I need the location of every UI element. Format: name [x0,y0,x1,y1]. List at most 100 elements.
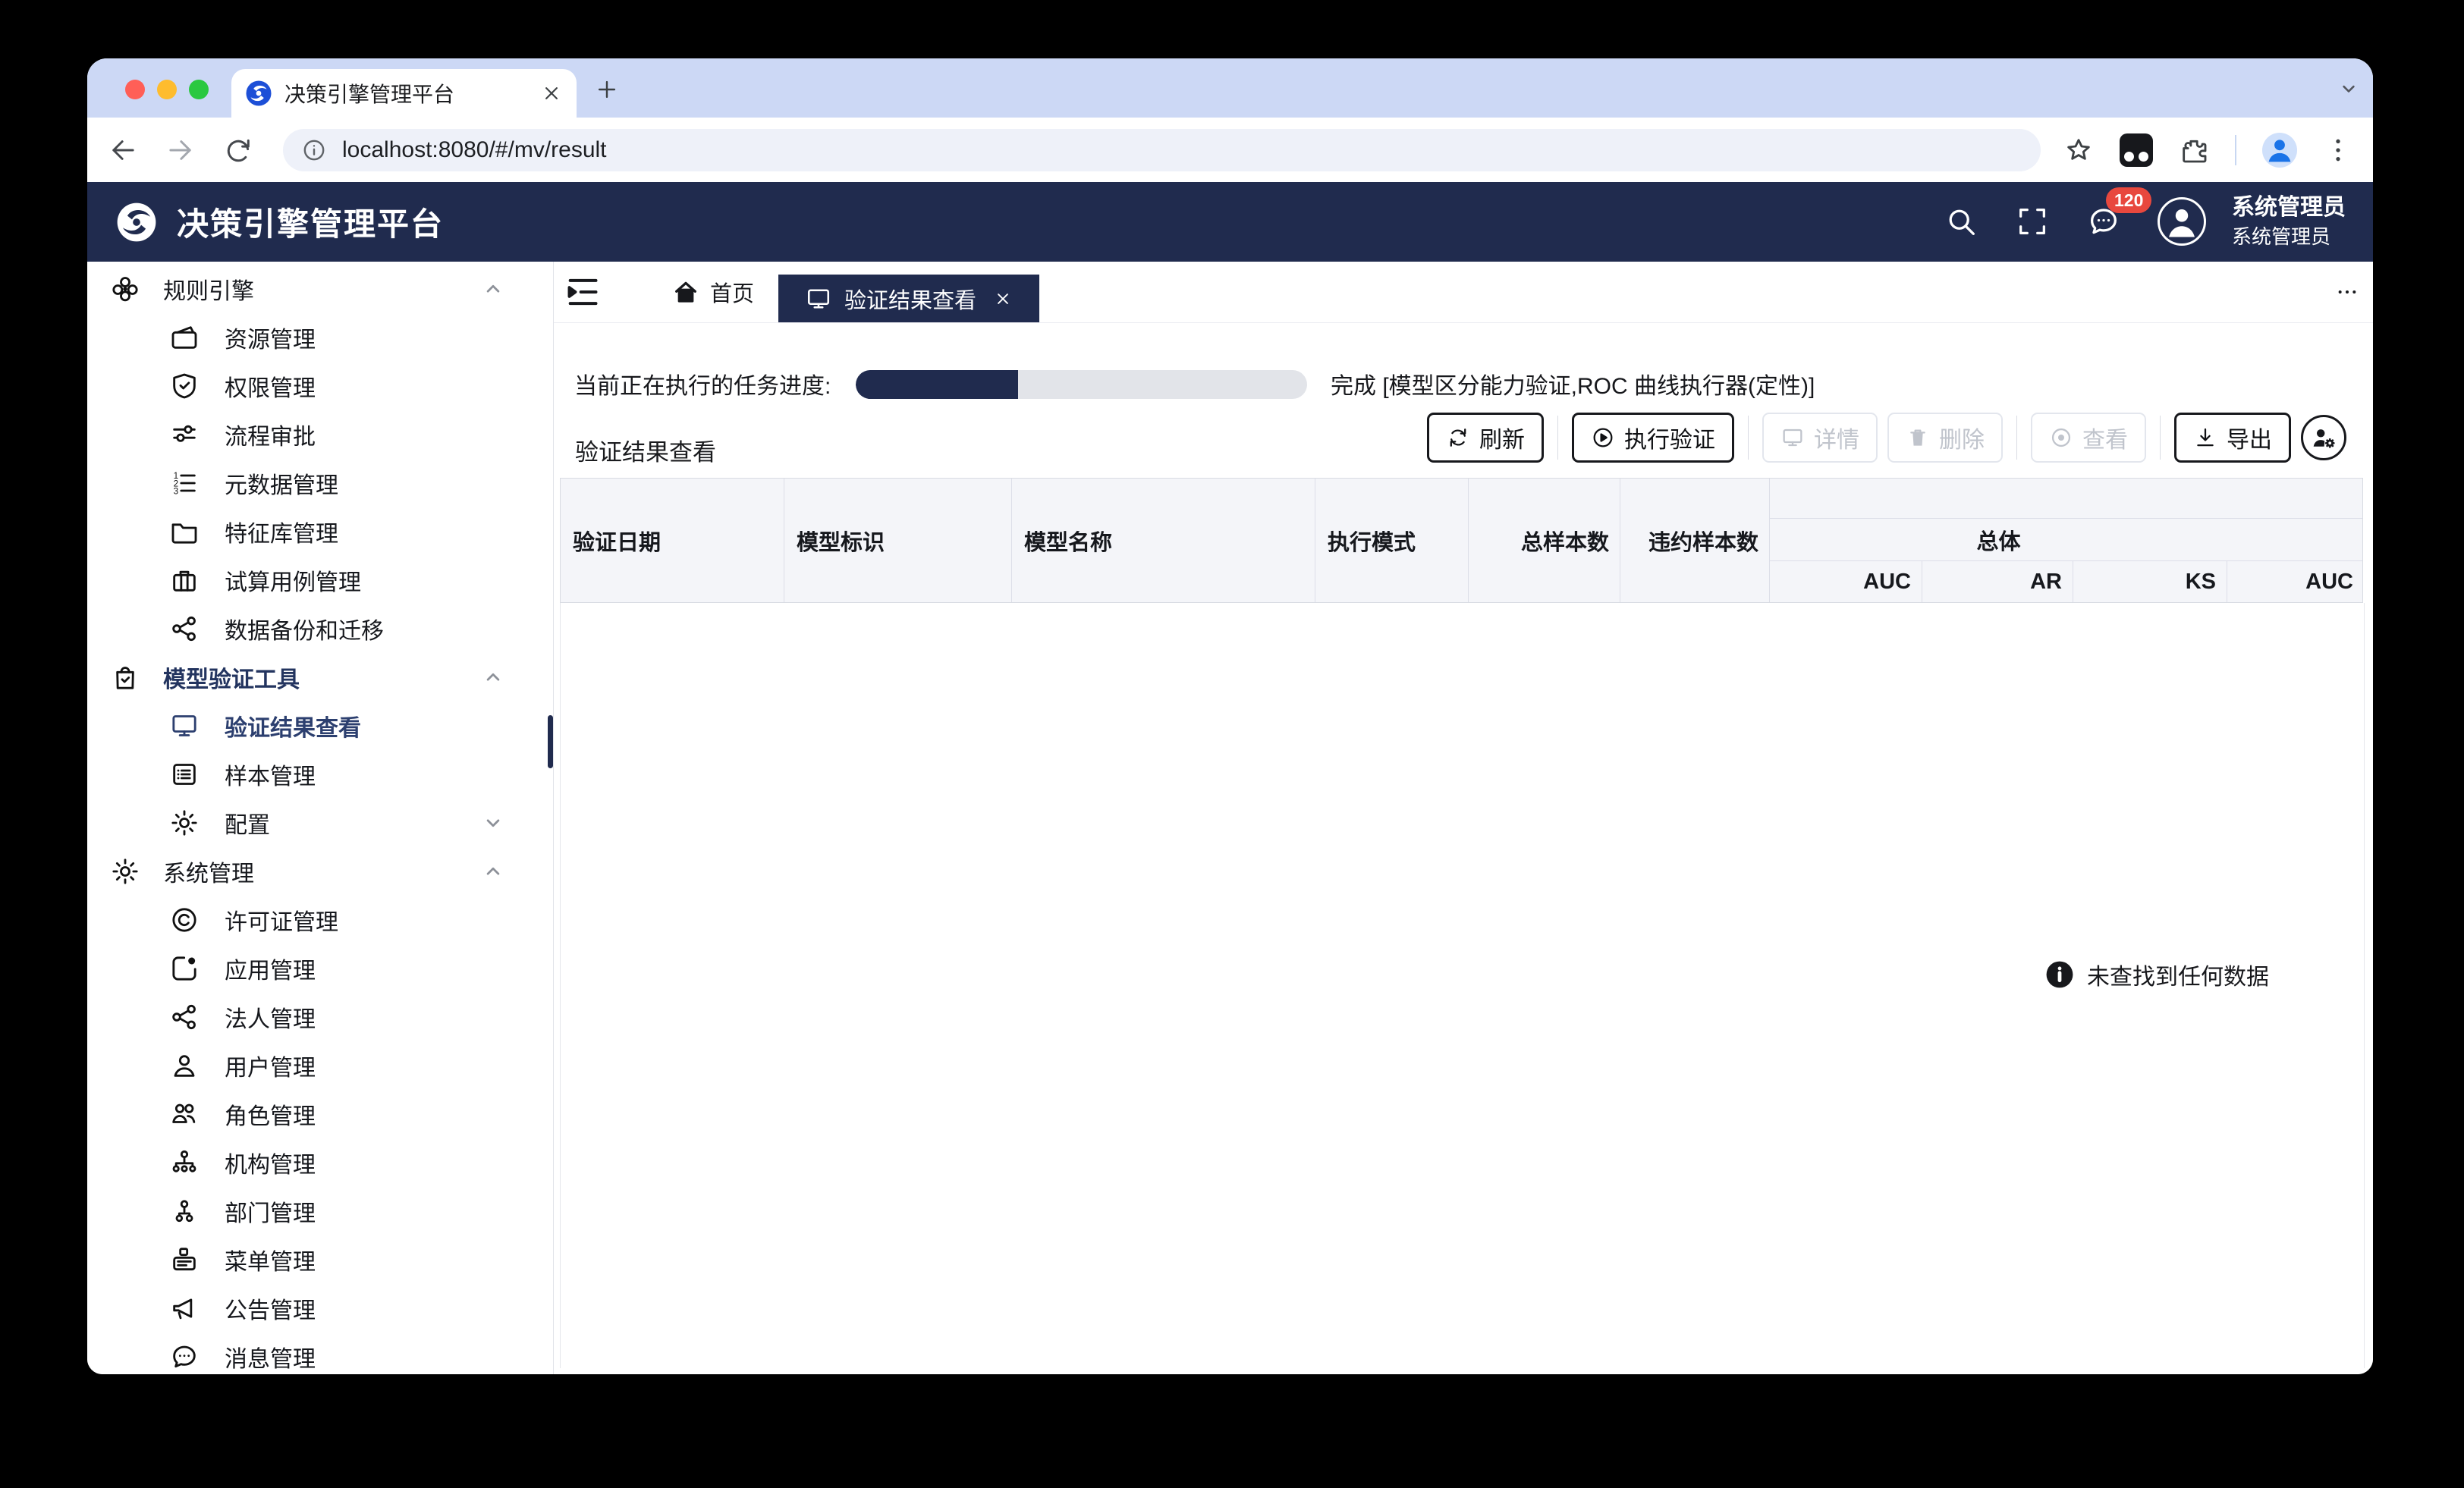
minimize-window-button[interactable] [157,80,177,99]
messages-icon[interactable]: 120 [2086,204,2121,239]
browser-window: 决策引擎管理平台 localhost:8080/#/mv/result [87,58,2373,1374]
task-progress-status: 完成 [模型区分能力验证,ROC 曲线执行器(定性)] [1331,367,1815,400]
task-progress-fill [856,370,1018,399]
reload-icon[interactable] [222,134,254,166]
delete-button[interactable]: 删除 [1887,413,2003,463]
sidebar-item-label: 模型验证工具 [163,661,300,694]
run-validation-button[interactable]: 执行验证 [1572,413,1734,463]
details-button[interactable]: 详情 [1762,413,1878,463]
extension-icon[interactable] [2120,133,2153,167]
tab-options-icon[interactable] [2332,280,2362,304]
sidebar-item-label: 验证结果查看 [225,709,361,742]
sidebar-item-label: 配置 [225,806,270,840]
url-text: localhost:8080/#/mv/result [342,137,607,163]
results-table-header: 验证日期模型标识模型名称执行模式总样本数违约样本数总体AUCARKSAUC [560,478,2363,603]
sidebar-item-label: 资源管理 [225,321,316,354]
chevron-up-icon[interactable] [482,860,504,883]
results-table-body: 未查找到任何数据 [560,603,2365,1368]
browser-profile-avatar[interactable] [2262,133,2297,168]
header-band-top [1770,479,2227,519]
user-avatar[interactable] [2158,197,2206,246]
export-button[interactable]: 导出 [2174,413,2291,463]
sidebar-item-菜单管理[interactable]: 菜单管理 [87,1235,553,1284]
sidebar-item-数据备份和迁移[interactable]: 数据备份和迁移 [87,604,553,653]
sidebar-item-机构管理[interactable]: 机构管理 [87,1138,553,1187]
sidebar-item-资源管理[interactable]: 资源管理 [87,313,553,362]
sidebar-item-配置[interactable]: 配置 [87,799,553,847]
sidebar-item-角色管理[interactable]: 角色管理 [87,1090,553,1138]
sidebar-item-模型验证工具[interactable]: 模型验证工具 [87,653,553,702]
toolbar-separator [1557,416,1558,460]
group-header [2227,519,2363,561]
close-page-tab-icon[interactable] [993,289,1013,309]
eyedot-icon [2049,425,2073,450]
usergear-icon [2309,423,2338,452]
user-info[interactable]: 系统管理员 系统管理员 [2232,195,2346,248]
new-tab-button[interactable] [594,77,620,102]
person-icon [169,1050,200,1081]
sidebar-item-系统管理[interactable]: 系统管理 [87,847,553,896]
toolbar-divider [2235,135,2236,165]
back-icon[interactable] [107,134,139,166]
home-icon [672,278,699,306]
column-header: 违约样本数 [1620,479,1770,602]
browser-menu-icon[interactable] [2323,135,2353,165]
sidebar-item-应用管理[interactable]: 应用管理 [87,944,553,993]
chevron-down-icon[interactable] [482,811,504,834]
sidebar-item-特征库管理[interactable]: 特征库管理 [87,507,553,556]
column-header: 执行模式 [1315,479,1469,602]
monitor-icon [1780,425,1805,450]
chevron-up-icon[interactable] [482,666,504,689]
sidebar-item-label: 部门管理 [225,1194,316,1228]
sidebar-item-用户管理[interactable]: 用户管理 [87,1041,553,1090]
tab-home[interactable]: 首页 [665,262,762,322]
view-button[interactable]: 查看 [2031,413,2146,463]
refresh-button[interactable]: 刷新 [1427,413,1544,463]
address-bar[interactable]: localhost:8080/#/mv/result [283,129,2041,171]
forward-icon[interactable] [165,134,196,166]
sidebar-item-label: 规则引擎 [163,272,254,306]
case-icon [169,565,200,595]
search-icon[interactable] [1944,204,1978,239]
sidebar-item-试算用例管理[interactable]: 试算用例管理 [87,556,553,604]
task-progress-label: 当前正在执行的任务进度: [574,367,831,400]
user-name: 系统管理员 [2232,195,2346,221]
bookmark-star-icon[interactable] [2063,135,2094,165]
header-band-top [2227,479,2363,519]
extensions-puzzle-icon[interactable] [2179,135,2209,165]
button-label: 执行验证 [1624,421,1715,454]
sidebar-item-许可证管理[interactable]: 许可证管理 [87,896,553,944]
site-info-icon[interactable] [301,137,327,163]
sidebar-item-规则引擎[interactable]: 规则引擎 [87,265,553,313]
close-window-button[interactable] [125,80,145,99]
appdot-icon [169,953,200,984]
sidebar-item-样本管理[interactable]: 样本管理 [87,750,553,799]
close-tab-icon[interactable] [540,82,563,105]
user-settings-button[interactable] [2301,415,2346,460]
sidebar-item-权限管理[interactable]: 权限管理 [87,362,553,410]
sidebar-item-label: 数据备份和迁移 [225,612,384,645]
task-progress-bar [856,370,1307,399]
tab-search-chevron-icon[interactable] [2338,78,2359,99]
button-label: 删除 [1939,421,1985,454]
tab-validation-results[interactable]: 验证结果查看 [778,275,1039,322]
collapse-sidebar-icon[interactable] [561,271,604,313]
sidebar-item-元数据管理[interactable]: 123元数据管理 [87,459,553,507]
toolbar-separator [1748,416,1749,460]
sidebar-item-消息管理[interactable]: 消息管理 [87,1333,553,1374]
browser-tab[interactable]: 决策引擎管理平台 [231,69,577,118]
gear-icon [169,808,200,838]
fullscreen-icon[interactable] [2015,204,2050,239]
sidebar-item-label: 用户管理 [225,1049,316,1082]
sidebar-item-法人管理[interactable]: 法人管理 [87,993,553,1041]
chevron-up-icon[interactable] [482,278,504,300]
sidebar-item-label: 元数据管理 [225,466,338,500]
sidebar-item-label: 样本管理 [225,758,316,791]
sidebar-item-公告管理[interactable]: 公告管理 [87,1284,553,1333]
sidebar-item-部门管理[interactable]: 部门管理 [87,1187,553,1235]
sidebar-item-流程审批[interactable]: 流程审批 [87,410,553,459]
group-overflow: AUC [2227,479,2363,602]
sidebar-item-验证结果查看[interactable]: 验证结果查看 [87,702,553,750]
zoom-window-button[interactable] [189,80,209,99]
sidebar-scrollbar[interactable] [548,715,553,768]
